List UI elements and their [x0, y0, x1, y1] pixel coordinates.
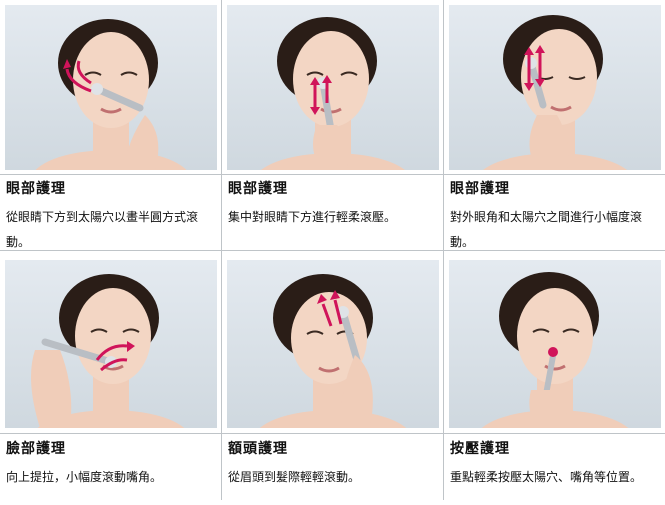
card-title: 眼部護理 [6, 181, 66, 197]
product-photo [227, 260, 439, 428]
care-card: 額頭護理 從眉頭到髮際輕輕滾動。 [222, 255, 444, 505]
product-photo [227, 5, 439, 170]
card-title: 按壓護理 [450, 441, 510, 457]
card-title: 眼部護理 [450, 181, 510, 197]
care-card: 按壓護理 重點輕柔按壓太陽穴、嘴角等位置。 [444, 255, 665, 505]
care-card: 眼部護理 對外眼角和太陽穴之間進行小幅度滾動。 [444, 0, 665, 250]
care-card: 眼部護理 從眼睛下方到太陽穴以畫半圓方式滾動。 [0, 0, 222, 250]
care-card: 眼部護理 集中對眼睛下方進行輕柔滾壓。 [222, 0, 444, 250]
card-description: 重點輕柔按壓太陽穴、嘴角等位置。 [450, 470, 643, 484]
press-point-icon [548, 347, 558, 357]
care-card: 臉部護理 向上提拉，小幅度滾動嘴角。 [0, 255, 222, 505]
product-photo [449, 260, 661, 428]
card-description: 從眼睛下方到太陽穴以畫半圓方式滾動。 [6, 210, 199, 249]
product-photo [5, 260, 217, 428]
card-description: 集中對眼睛下方進行輕柔滾壓。 [228, 210, 397, 224]
care-guide-grid: 眼部護理 從眼睛下方到太陽穴以畫半圓方式滾動。 眼部護理 集中對眼睛下方進行輕柔… [0, 0, 665, 500]
card-description: 從眉頭到髮際輕輕滾動。 [228, 470, 361, 484]
card-title: 眼部護理 [228, 181, 288, 197]
card-description: 對外眼角和太陽穴之間進行小幅度滾動。 [450, 210, 643, 249]
card-title: 臉部護理 [6, 441, 66, 457]
card-title: 額頭護理 [228, 441, 288, 457]
product-photo [449, 5, 661, 170]
card-description: 向上提拉，小幅度滾動嘴角。 [6, 470, 163, 484]
product-photo [5, 5, 217, 170]
